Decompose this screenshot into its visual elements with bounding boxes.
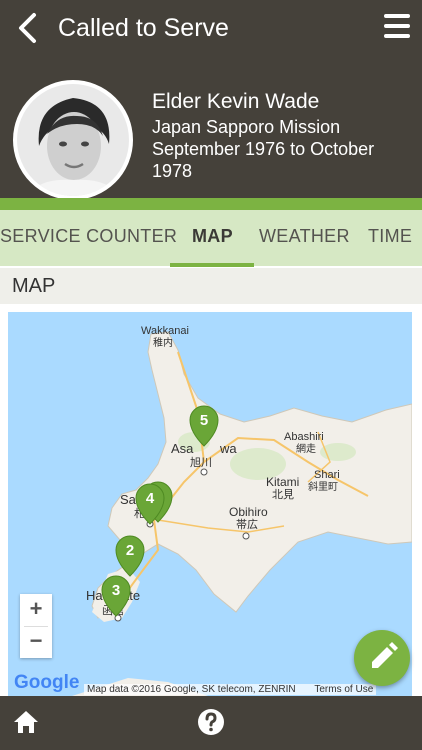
marker-label-3: 3 <box>112 582 120 599</box>
service-dates-cont: 1978 <box>152 161 193 181</box>
map-label-asahikawa-jp: 旭川 <box>190 455 212 469</box>
zoom-out-button[interactable]: − <box>20 626 52 658</box>
map-label-wakkanai-jp: 稚内 <box>153 336 173 349</box>
map-label-shari-jp: 斜里町 <box>308 480 338 493</box>
map-label-abashiri: Abashiri <box>284 431 324 443</box>
help-circle-icon[interactable] <box>197 708 225 736</box>
missionary-name: Elder Kevin Wade <box>152 90 320 113</box>
map-label-abashiri-jp: 網走 <box>296 442 316 455</box>
zoom-controls: + − <box>20 594 52 658</box>
section-title: MAP <box>12 275 56 297</box>
tab-map[interactable]: MAP <box>192 210 233 266</box>
missionary-info: Elder Kevin Wade Japan Sapporo Mission S… <box>152 88 374 182</box>
google-logo: Google <box>14 672 80 693</box>
active-tab-indicator <box>170 263 254 267</box>
tab-service-counter[interactable]: SERVICE COUNTER <box>0 210 177 266</box>
service-dates: September 1976 to October <box>152 139 375 159</box>
map-label-wakkanai: Wakkanai <box>141 325 189 337</box>
map-label-obihiro-jp: 帯広 <box>236 518 258 531</box>
map-label-hakodate-a: Ha <box>86 588 103 603</box>
section-header: MAP <box>0 268 422 304</box>
bottom-nav <box>0 696 422 750</box>
tab-time[interactable]: TIME <box>368 210 412 266</box>
pencil-icon <box>372 642 398 668</box>
map-label-asahikawa-a: Asa <box>171 441 194 456</box>
map-label-shari: Shari <box>314 469 340 481</box>
attribution-text: Map data ©2016 Google, SK telecom, ZENRI… <box>87 684 296 695</box>
marker-label-2: 2 <box>126 542 134 559</box>
avatar <box>13 80 133 200</box>
marker-label-5: 5 <box>200 412 208 429</box>
app-title: Called to Serve <box>58 14 229 42</box>
map-label-sapporo-a: Sa <box>120 492 137 507</box>
edit-fab-button[interactable] <box>354 630 410 686</box>
hamburger-menu-icon[interactable] <box>384 14 410 38</box>
map-label-kitami-jp: 北見 <box>272 488 294 501</box>
map-attribution: Map data ©2016 Google, SK telecom, ZENRI… <box>84 684 377 695</box>
map-label-obihiro: Obihiro <box>229 505 268 519</box>
zoom-in-button[interactable]: + <box>20 594 52 626</box>
home-icon[interactable] <box>12 708 40 736</box>
mission-name: Japan Sapporo Mission <box>152 117 341 137</box>
map-label-kitami: Kitami <box>266 475 299 489</box>
tab-weather[interactable]: WEATHER <box>259 210 350 266</box>
map-label-asahikawa-b: wa <box>219 441 237 456</box>
app-header: Called to Serve Elder Kevin Wade Japan S… <box>0 0 422 200</box>
accent-divider <box>0 198 422 210</box>
chevron-left-icon[interactable] <box>14 12 42 44</box>
tab-bar: SERVICE COUNTER MAP WEATHER TIME <box>0 210 422 266</box>
map-view[interactable]: Wakkanai 稚内 Asa wa 旭川 Abashiri 網走 Shari … <box>8 312 412 696</box>
marker-label-4: 4 <box>146 490 155 507</box>
